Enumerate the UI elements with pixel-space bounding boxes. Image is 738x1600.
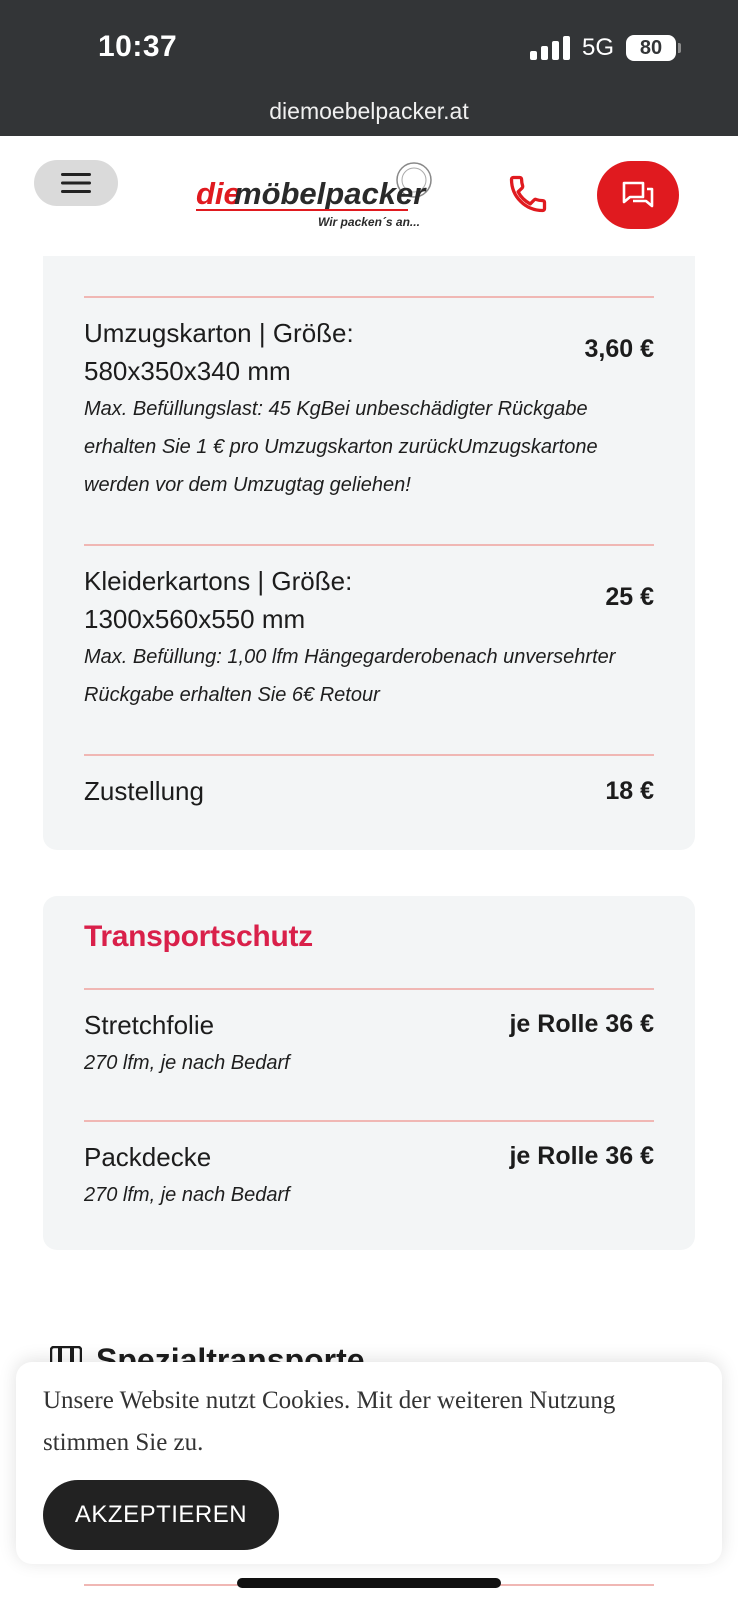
price-item-zustellung: Zustellung 18 € xyxy=(84,756,654,836)
hamburger-icon xyxy=(61,173,91,193)
logo-name: möbelpacker xyxy=(234,176,427,211)
item-title: Umzugskarton | Größe: 580x350x340 mm xyxy=(84,318,354,386)
item-price: 25 € xyxy=(605,583,654,611)
battery-level: 80 xyxy=(639,36,663,59)
accept-cookies-button[interactable]: AKZEPTIEREN xyxy=(43,1480,279,1550)
transportschutz-card: Transportschutz Stretchfolie je Rolle 36… xyxy=(43,896,695,1250)
item-description: Max. Befüllung: 1,00 lfm Hängegarderoben… xyxy=(84,646,616,706)
price-item-packdecke: Packdecke je Rolle 36 € 270 lfm, je nach… xyxy=(84,1122,654,1232)
menu-button[interactable] xyxy=(34,160,118,206)
item-price: je Rolle 36 € xyxy=(509,1142,654,1170)
phone-button[interactable] xyxy=(506,172,550,216)
chat-button[interactable] xyxy=(597,161,679,229)
item-price: 3,60 € xyxy=(584,335,654,363)
section-title: Transportschutz xyxy=(84,920,313,953)
price-item-umzugskarton: Umzugskarton | Größe: 580x350x340 mm 3,6… xyxy=(84,298,654,544)
status-bar: 10:37 5G 80 diemoebelpacker.at xyxy=(0,0,738,136)
item-price: je Rolle 36 € xyxy=(509,1010,654,1038)
cookie-banner: Unsere Website nutzt Cookies. Mit der we… xyxy=(16,1362,722,1564)
status-time: 10:37 xyxy=(98,30,178,63)
home-indicator[interactable] xyxy=(237,1578,501,1588)
price-item-kleiderkartons: Kleiderkartons | Größe: 1300x560x550 mm … xyxy=(84,546,654,754)
phone-icon xyxy=(509,175,547,213)
status-indicators: 5G 80 xyxy=(529,34,681,62)
item-price: 18 € xyxy=(605,777,654,805)
site-header: die möbelpacker Wir packen´s an... xyxy=(0,136,738,256)
item-description: Max. Befüllungslast: 45 KgBei unbeschädi… xyxy=(84,398,598,496)
logo-tagline: Wir packen´s an... xyxy=(318,215,420,229)
cookie-text: Unsere Website nutzt Cookies. Mit der we… xyxy=(43,1387,616,1456)
network-type: 5G xyxy=(581,34,614,61)
signal-icon xyxy=(529,36,570,60)
price-item-stretchfolie: Stretchfolie je Rolle 36 € 270 lfm, je n… xyxy=(84,990,654,1120)
item-description: 270 lfm, je nach Bedarf xyxy=(84,1052,290,1074)
item-title: Kleiderkartons | Größe: 1300x560x550 mm xyxy=(84,566,353,634)
battery-icon: 80 xyxy=(626,35,681,61)
chat-icon xyxy=(622,181,654,208)
site-logo[interactable]: die möbelpacker Wir packen´s an... xyxy=(196,162,436,232)
url-bar[interactable]: diemoebelpacker.at xyxy=(0,98,738,125)
packaging-card: Umzugskarton | Größe: 580x350x340 mm 3,6… xyxy=(43,256,695,850)
item-title: Zustellung xyxy=(84,776,204,806)
item-description: 270 lfm, je nach Bedarf xyxy=(84,1184,290,1206)
